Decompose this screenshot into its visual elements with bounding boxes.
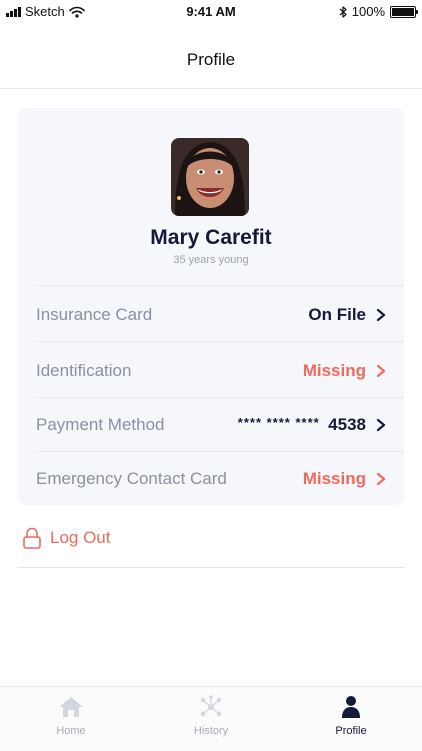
- tab-home[interactable]: Home: [26, 695, 116, 737]
- chevron-right-icon: [376, 364, 386, 378]
- tab-label: Home: [56, 725, 86, 737]
- status-bar: Sketch 9:41 AM 100%: [0, 0, 422, 24]
- profile-subtitle: 35 years young: [173, 254, 249, 266]
- battery-icon: [390, 5, 418, 18]
- card-number-mask: **** **** ****: [237, 415, 320, 430]
- tab-label: Profile: [335, 725, 367, 737]
- chevron-right-icon: [376, 472, 386, 486]
- status-right: 100%: [339, 4, 418, 19]
- avatar-photo: [171, 138, 249, 216]
- row-label: Insurance Card: [36, 305, 153, 324]
- chevron-right-icon: [376, 308, 386, 322]
- row-label: Identification: [36, 361, 132, 380]
- history-network-icon: [200, 695, 222, 717]
- page-title: Profile: [186, 50, 236, 69]
- battery-level: [392, 7, 414, 16]
- row-value: 4538: [328, 415, 366, 434]
- logout-button[interactable]: Log Out: [22, 527, 111, 549]
- row-label: Payment Method: [36, 415, 165, 434]
- row-value: Missing: [302, 361, 366, 380]
- row-value: On File: [308, 305, 366, 324]
- profile-name: Mary Carefit: [150, 226, 272, 249]
- identification-row[interactable]: Identification Missing: [36, 344, 386, 398]
- nav-divider: [0, 88, 422, 89]
- battery-percent: 100%: [351, 4, 385, 19]
- row-value: Missing: [302, 469, 366, 488]
- home-icon: [59, 697, 83, 717]
- row-divider: [36, 285, 404, 286]
- row-divider: [36, 341, 404, 342]
- payment-method-row[interactable]: Payment Method **** **** **** 4538: [36, 398, 386, 452]
- insurance-card-row[interactable]: Insurance Card On File: [36, 288, 386, 342]
- logout-divider: [18, 567, 404, 568]
- tab-history[interactable]: History: [166, 695, 256, 737]
- tab-profile[interactable]: Profile: [306, 695, 396, 737]
- emergency-contact-card-row[interactable]: Emergency Contact Card Missing: [36, 452, 386, 506]
- profile-card: Mary Carefit 35 years young Insurance Ca…: [18, 108, 404, 505]
- logout-label: Log Out: [50, 528, 111, 547]
- lock-icon: [23, 527, 41, 549]
- row-label: Emergency Contact Card: [36, 469, 227, 488]
- chevron-right-icon: [376, 418, 386, 432]
- bluetooth-icon: [339, 5, 347, 18]
- person-icon: [342, 696, 360, 718]
- tab-bar: Home History Profile: [0, 686, 422, 751]
- tab-label: History: [193, 725, 229, 737]
- avatar[interactable]: [171, 138, 249, 216]
